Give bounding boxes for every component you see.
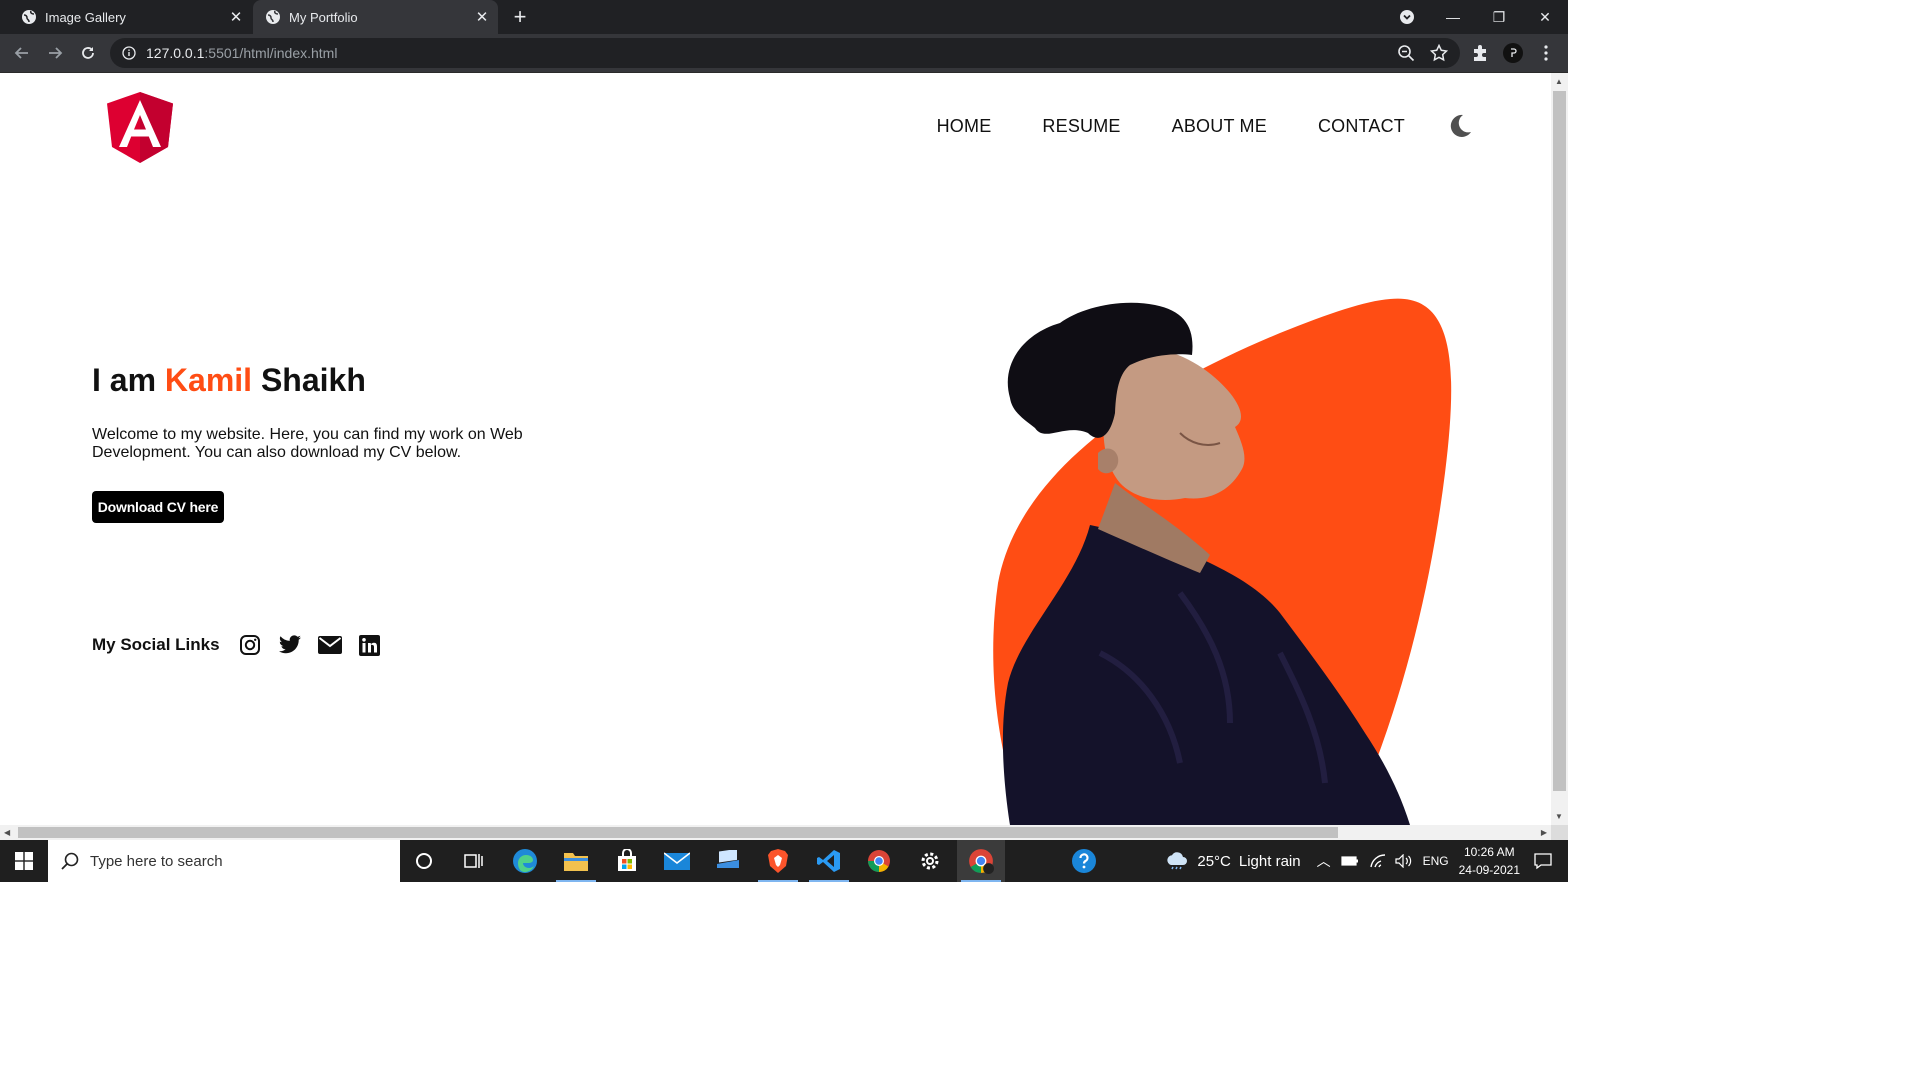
close-tab-icon[interactable]: ✕ <box>226 7 246 27</box>
nav-about-me[interactable]: ABOUT ME <box>1172 116 1267 137</box>
profile-avatar-icon[interactable] <box>1503 43 1523 63</box>
linkedin-icon[interactable] <box>358 633 382 657</box>
microsoft-store-icon[interactable] <box>603 840 651 882</box>
close-window-icon[interactable]: ✕ <box>1522 0 1568 34</box>
minimize-icon[interactable]: — <box>1430 0 1476 34</box>
volume-icon[interactable] <box>1394 854 1413 868</box>
hero-last-name: Shaikh <box>252 362 366 398</box>
vscode-icon[interactable] <box>805 840 853 882</box>
instagram-icon[interactable] <box>238 633 262 657</box>
browser-toolbar: 127.0.0.1:5501/html/index.html <box>0 34 1568 73</box>
globe-icon <box>266 10 280 24</box>
wifi-icon[interactable] <box>1369 854 1387 868</box>
address-bar[interactable]: 127.0.0.1:5501/html/index.html <box>110 38 1460 68</box>
brave-browser-icon[interactable] <box>754 840 802 882</box>
email-icon[interactable] <box>317 633 342 657</box>
scroll-down-icon[interactable]: ▼ <box>1555 812 1563 821</box>
tab-search-icon[interactable] <box>1384 0 1430 34</box>
tab-title: Image Gallery <box>45 9 126 25</box>
url-text: 127.0.0.1:5501/html/index.html <box>146 45 338 61</box>
browser-tab-strip: Image Gallery ✕ My Portfolio ✕ + — ❐ ✕ <box>0 0 1568 34</box>
zoom-icon[interactable] <box>1396 43 1416 63</box>
social-links-title: My Social Links <box>92 635 220 654</box>
moon-icon[interactable] <box>1447 113 1473 139</box>
social-links: My Social Links <box>92 633 398 657</box>
notifications-icon[interactable] <box>1534 852 1552 870</box>
tab-my-portfolio[interactable]: My Portfolio ✕ <box>253 0 498 34</box>
tray-chevron-up-icon[interactable]: ︿ <box>1317 851 1331 871</box>
nav-contact[interactable]: CONTACT <box>1318 116 1405 137</box>
forward-icon[interactable] <box>42 40 68 66</box>
cloud-rain-icon <box>1167 852 1188 870</box>
vertical-scroll-thumb[interactable] <box>1553 91 1566 791</box>
download-cv-button[interactable]: Download CV here <box>92 491 224 523</box>
search-icon <box>61 852 79 870</box>
mail-icon[interactable] <box>653 840 701 882</box>
clock[interactable]: 10:26 AM 24-09-2021 <box>1459 843 1520 879</box>
chrome-active-window-icon[interactable] <box>957 840 1005 882</box>
settings-gear-icon[interactable] <box>906 840 954 882</box>
extensions-icon[interactable] <box>1470 43 1490 63</box>
back-icon[interactable] <box>9 40 35 66</box>
bookmark-star-icon[interactable] <box>1429 43 1449 63</box>
language-indicator[interactable]: ENG <box>1423 854 1449 868</box>
clock-date: 24-09-2021 <box>1458 863 1520 877</box>
windows-start-icon[interactable] <box>0 840 48 882</box>
file-explorer-icon[interactable] <box>552 840 600 882</box>
globe-icon <box>22 10 36 24</box>
hero-description: Welcome to my website. Here, you can fin… <box>92 426 523 461</box>
restore-icon[interactable]: ❐ <box>1476 0 1522 34</box>
horizontal-scroll-thumb[interactable] <box>18 827 1338 838</box>
chrome-icon[interactable] <box>855 840 903 882</box>
reload-icon[interactable] <box>75 40 101 66</box>
windows-taskbar: Type here to search 25°C Light rain ︿ EN… <box>0 840 1568 882</box>
clock-time: 10:26 AM <box>1463 845 1515 859</box>
nav-home[interactable]: HOME <box>937 116 992 137</box>
hero-title-prefix: I am <box>92 362 165 398</box>
edge-browser-icon[interactable] <box>501 840 549 882</box>
weather-desc: Light rain <box>1238 852 1301 870</box>
task-view-icon[interactable] <box>450 840 498 882</box>
hero-title: I am Kamil Shaikh <box>92 362 366 399</box>
vertical-scrollbar[interactable]: ▲ ▼ <box>1551 73 1568 825</box>
system-tray: 25°C Light rain ︿ ENG 10:26 AM 24-09-202… <box>1165 840 1568 882</box>
remote-desktop-icon[interactable] <box>704 840 752 882</box>
tab-title: My Portfolio <box>289 9 358 25</box>
scroll-left-icon[interactable]: ◀ <box>4 828 10 837</box>
scroll-right-icon[interactable]: ▶ <box>1541 828 1547 837</box>
scrollbar-corner <box>1551 825 1568 840</box>
weather-widget[interactable]: 25°C Light rain <box>1165 852 1301 870</box>
angular-logo[interactable] <box>107 92 173 163</box>
tab-image-gallery[interactable]: Image Gallery ✕ <box>0 0 252 34</box>
cortana-icon[interactable] <box>400 840 448 882</box>
horizontal-scrollbar[interactable]: ◀ ▶ <box>0 825 1551 840</box>
page-viewport: HOME RESUME ABOUT ME CONTACT I am Kamil … <box>0 73 1551 825</box>
browser-menu-icon[interactable] <box>1536 43 1556 63</box>
twitter-icon[interactable] <box>278 633 302 657</box>
taskbar-search-placeholder: Type here to search <box>90 852 223 870</box>
hero-portrait-image <box>993 298 1452 825</box>
main-nav: HOME RESUME ABOUT ME CONTACT <box>937 116 1405 137</box>
scroll-up-icon[interactable]: ▲ <box>1555 77 1563 86</box>
taskbar-search-box[interactable]: Type here to search <box>48 840 400 882</box>
new-tab-button[interactable]: + <box>509 6 531 28</box>
battery-icon[interactable] <box>1340 855 1359 867</box>
site-info-icon[interactable] <box>122 46 136 60</box>
weather-temp: 25°C <box>1197 852 1231 870</box>
nav-resume[interactable]: RESUME <box>1042 116 1120 137</box>
close-tab-icon[interactable]: ✕ <box>472 7 492 27</box>
window-controls: — ❐ ✕ <box>1384 0 1568 34</box>
help-icon[interactable] <box>1060 840 1108 882</box>
hero-first-name: Kamil <box>164 362 253 398</box>
